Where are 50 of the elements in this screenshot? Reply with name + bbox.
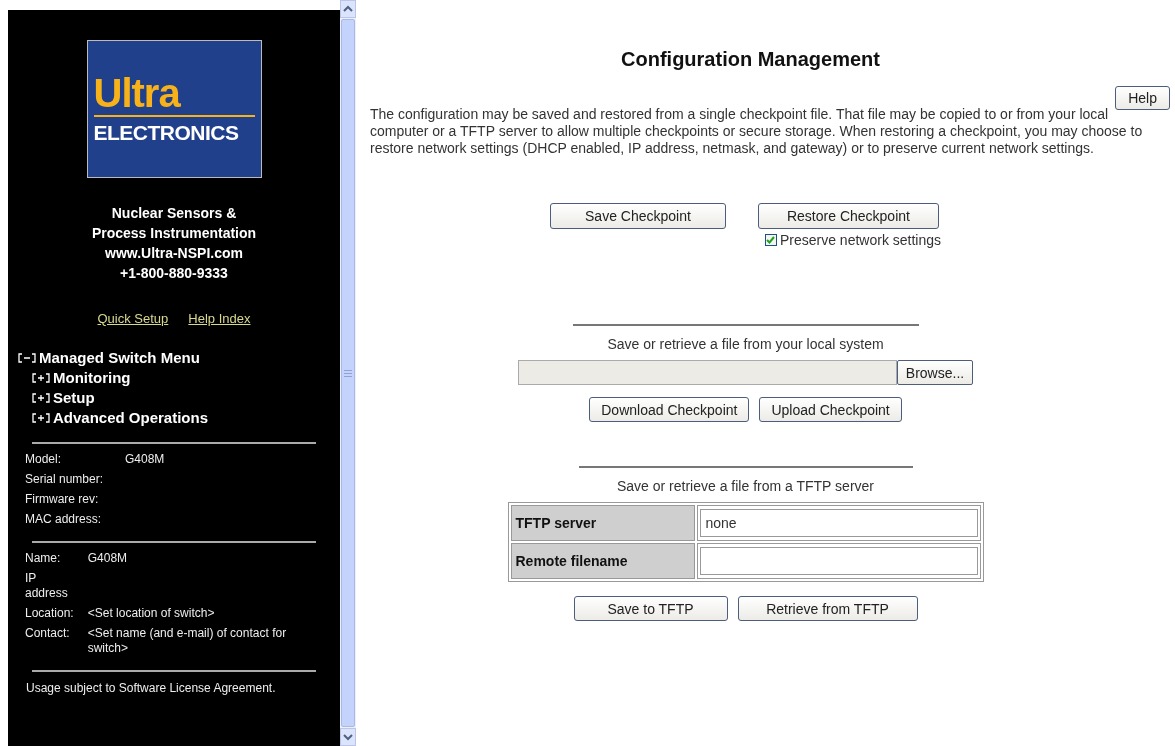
field-value: <Set name (and e-mail) of contact for switch>	[87, 626, 288, 656]
menu-item[interactable]: Monitoring	[53, 368, 131, 388]
restore-checkpoint-button[interactable]: Restore Checkpoint	[757, 203, 939, 229]
retrieve-from-tftp-button[interactable]: Retrieve from TFTP	[737, 596, 918, 621]
contact-text: www.Ultra-NSPI.com	[105, 244, 243, 263]
logo: Ultra ELECTRONICS	[86, 40, 262, 178]
field-label: Model:	[25, 452, 63, 467]
field-value: G408M	[125, 452, 166, 467]
contact-text: +1-800-880-9333	[120, 264, 228, 283]
expand-icon[interactable]	[32, 373, 50, 383]
expand-icon[interactable]	[32, 413, 50, 423]
field-label: IP address	[25, 571, 69, 601]
browse-button[interactable]: Browse...	[896, 360, 974, 385]
collapse-icon[interactable]	[18, 353, 36, 363]
menu-item[interactable]: Setup	[53, 388, 95, 408]
text-field[interactable]: none	[699, 509, 978, 537]
field-label: Serial number:	[25, 472, 105, 487]
menu-item[interactable]: Advanced Operations	[53, 408, 209, 428]
field-value: <Set location of switch>	[87, 606, 216, 621]
scroll-up-icon[interactable]	[340, 0, 356, 18]
checkbox[interactable]	[764, 234, 777, 246]
grip-icon	[344, 369, 352, 377]
page-title: Configuration Management	[621, 48, 880, 71]
text-field[interactable]	[699, 547, 978, 575]
file-path-field[interactable]	[517, 360, 897, 385]
help-button[interactable]: Help	[1115, 86, 1170, 110]
menu-item[interactable]: Managed Switch Menu	[39, 348, 200, 368]
download-checkpoint-button[interactable]: Download Checkpoint	[589, 397, 750, 422]
checkbox-label: Preserve network settings	[779, 232, 942, 248]
field-label: Location:	[25, 606, 74, 621]
upload-checkpoint-button[interactable]: Upload Checkpoint	[759, 397, 902, 422]
license-notice: Usage subject to Software License Agreement.	[26, 680, 277, 696]
field-label: Contact:	[25, 626, 71, 642]
field-label: Remote filename	[510, 543, 695, 579]
field-value: G408M	[87, 551, 129, 566]
scroll-down-icon[interactable]	[340, 728, 356, 746]
field-label: Firmware rev:	[25, 492, 100, 507]
section-heading: Save or retrieve a file from a TFTP server	[617, 478, 874, 494]
contact-text: Nuclear Sensors &	[111, 204, 237, 223]
nav-link[interactable]: Quick Setup	[97, 311, 169, 326]
expand-icon[interactable]	[32, 393, 50, 403]
field-label: MAC address:	[25, 512, 103, 527]
save-to-tftp-button[interactable]: Save to TFTP	[573, 596, 728, 621]
contact-text: Process Instrumentation	[91, 224, 257, 243]
section-heading: Save or retrieve a file from your local system	[607, 336, 884, 352]
save-checkpoint-button[interactable]: Save Checkpoint	[549, 203, 726, 229]
field-label: Name:	[25, 551, 62, 566]
nav-link[interactable]: Help Index	[188, 311, 251, 326]
scrollbar-thumb[interactable]	[341, 19, 355, 727]
field-label: TFTP server	[510, 505, 695, 541]
